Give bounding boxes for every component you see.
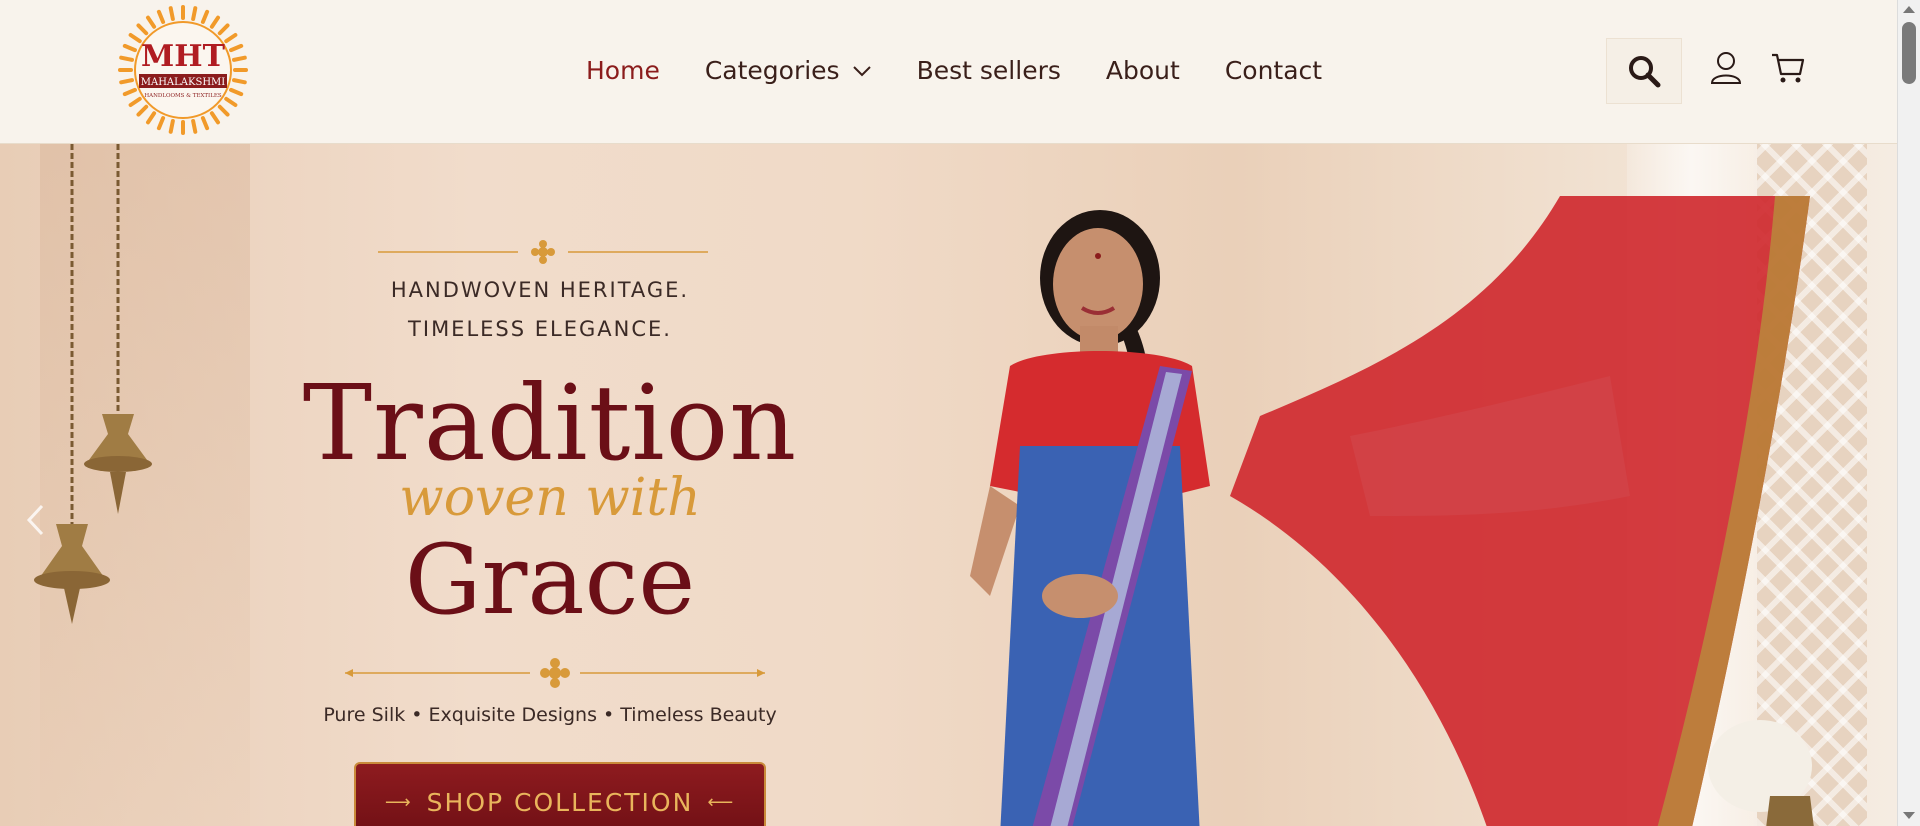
top-ornament-divider [378, 240, 708, 264]
page-scrollbar[interactable] [1897, 0, 1920, 826]
logo-ray [200, 116, 210, 131]
nav-categories-label: Categories [704, 56, 840, 85]
logo-ray [224, 32, 238, 44]
hero-subline: Pure Silk • Exquisite Designs • Timeless… [323, 704, 777, 726]
search-button[interactable] [1606, 38, 1682, 104]
logo-ray [224, 96, 238, 108]
main-nav: Home Categories Best sellers About Conta… [586, 56, 1367, 85]
cta-left-arrow-icon: ⟶ [384, 791, 413, 813]
logo-ray [232, 55, 247, 62]
hero-banner: HANDWOVEN HERITAGE. TIMELESS ELEGANCE. T… [0, 144, 1897, 826]
scrollbar-thumb[interactable] [1902, 22, 1916, 84]
logo-ray [128, 96, 142, 108]
logo-ray [168, 6, 175, 21]
search-icon [1629, 56, 1661, 88]
site-header: MHT MAHALAKSHMI HANDLOOMS & TEXTILES Hom… [0, 0, 1897, 144]
logo-ray [156, 9, 166, 24]
logo-ray [229, 87, 244, 97]
logo-ray [145, 111, 157, 125]
logo-ray [191, 6, 198, 21]
logo-ray [200, 9, 210, 24]
cta-right-arrow-icon: ⟵ [707, 791, 736, 813]
logo-ray [156, 116, 166, 131]
nav-contact-label: Contact [1224, 56, 1323, 85]
nav-home-label: Home [586, 56, 660, 85]
bottom-ornament-divider [345, 658, 765, 688]
brand-logo[interactable]: MHT MAHALAKSHMI HANDLOOMS & TEXTILES [117, 4, 249, 136]
logo-ray [122, 87, 137, 97]
logo-ray [217, 104, 230, 117]
cart-icon [1772, 53, 1805, 83]
nav-categories[interactable]: Categories [705, 56, 872, 85]
nav-best-sellers-label: Best sellers [916, 56, 1061, 85]
logo-initials: MHT [141, 39, 226, 74]
logo-ray [119, 78, 134, 85]
logo-ray [191, 119, 198, 134]
slider-prev-arrow-icon[interactable] [24, 502, 46, 538]
cart-button[interactable] [1769, 48, 1807, 88]
logo-ray [209, 111, 221, 125]
nav-home[interactable]: Home [586, 56, 660, 85]
hero-headline-top: Tradition [302, 362, 798, 484]
logo-ray [209, 15, 221, 29]
nav-about[interactable]: About [1106, 56, 1180, 85]
user-icon [1710, 52, 1742, 84]
shop-collection-button[interactable]: ⟶ SHOP COLLECTION ⟵ [354, 762, 766, 826]
hero-tagline-line1: HANDWOVEN HERITAGE. [390, 278, 690, 302]
hero-tagline-line2: TIMELESS ELEGANCE. [408, 317, 672, 341]
logo-name: MAHALAKSHMI [141, 77, 226, 88]
scroll-up-arrow-icon[interactable] [1903, 6, 1915, 13]
logo-ray [136, 104, 149, 117]
logo-ray [122, 43, 137, 53]
logo-ray [119, 55, 134, 62]
nav-contact[interactable]: Contact [1225, 56, 1322, 85]
hero-headline-bottom: Grace [404, 524, 696, 636]
logo-ray [145, 15, 157, 29]
nav-about-label: About [1105, 56, 1180, 85]
hero-headline-script: woven with [399, 468, 701, 528]
logo-ray [217, 23, 230, 36]
hanging-lamps-illustration [34, 144, 152, 624]
nav-best-sellers[interactable]: Best sellers [917, 56, 1061, 85]
scroll-down-arrow-icon[interactable] [1903, 812, 1915, 819]
logo-ray [168, 119, 175, 134]
logo-ray [128, 32, 142, 44]
logo-ray [229, 43, 244, 53]
chevron-down-icon [852, 65, 871, 76]
cta-label: SHOP COLLECTION [426, 787, 694, 817]
model-in-saree-image [970, 196, 1814, 826]
logo-ray [136, 23, 149, 36]
logo-emblem: MHT MAHALAKSHMI HANDLOOMS & TEXTILES [118, 5, 248, 135]
logo-tagline: HANDLOOMS & TEXTILES [144, 93, 222, 99]
logo-ray [232, 78, 247, 85]
account-button[interactable] [1707, 48, 1745, 88]
